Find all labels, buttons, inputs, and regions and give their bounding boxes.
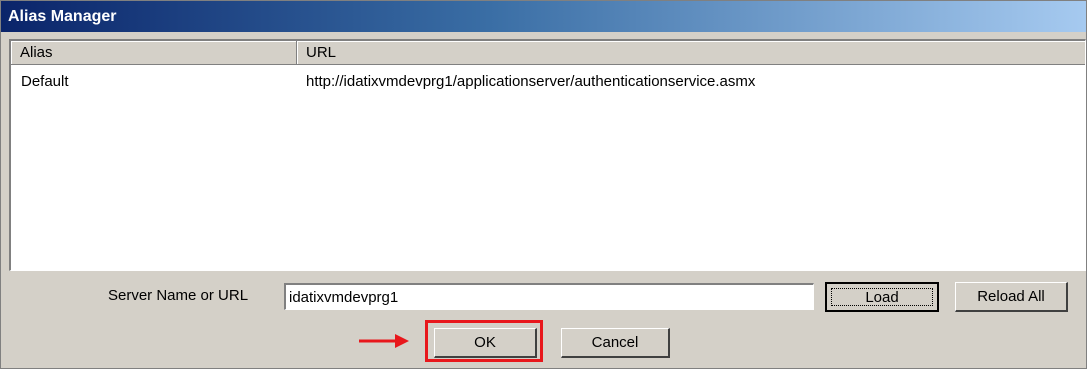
reload-all-button-label: Reload All: [977, 288, 1045, 305]
column-header-alias[interactable]: Alias: [11, 41, 297, 65]
alias-list[interactable]: Alias URL Default http://idatixvmdevprg1…: [9, 39, 1086, 271]
url-cell: http://idatixvmdevprg1/applicationserver…: [306, 73, 756, 90]
alias-manager-window: Alias Manager Alias URL Default http://i…: [0, 0, 1087, 369]
column-header-url[interactable]: URL: [297, 41, 1085, 65]
server-name-input[interactable]: [284, 283, 814, 310]
ok-highlight-box: [425, 320, 543, 362]
list-item[interactable]: Default http://idatixvmdevprg1/applicati…: [11, 71, 1085, 93]
reload-all-button[interactable]: Reload All: [955, 282, 1068, 312]
server-name-label: Server Name or URL: [108, 287, 249, 304]
alias-cell: Default: [21, 73, 69, 90]
window-title: Alias Manager: [1, 1, 1086, 32]
load-button[interactable]: Load: [825, 282, 939, 312]
cancel-button[interactable]: Cancel: [561, 328, 670, 358]
right-arrow-icon: [359, 334, 409, 348]
list-header: Alias URL: [11, 41, 1085, 65]
focus-ring: [831, 288, 933, 306]
cancel-button-label: Cancel: [591, 334, 639, 351]
